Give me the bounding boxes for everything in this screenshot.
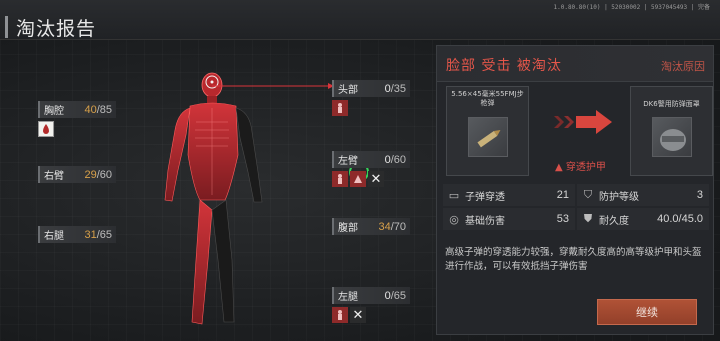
hit-pointer-line [212, 83, 334, 89]
part-bar: 腹部 34/70 [332, 218, 410, 235]
destroyed-icon[interactable]: ✕ [350, 307, 366, 323]
stat-label: 耐久度 [599, 215, 629, 227]
part-name: 头部 [338, 85, 358, 96]
ammo-image [468, 117, 508, 157]
stat-value: 3 [696, 189, 703, 201]
part-name: 左臂 [338, 156, 358, 167]
death-title: 脸部 受击 被淘汰 [446, 58, 562, 74]
part-bar: 胸腔 40/85 [38, 101, 116, 118]
bleed-icon[interactable] [332, 171, 348, 187]
death-report-panel: 脸部 受击 被淘汰 淘汰原因 5.56×45毫米55FMJ步枪弹 DK6警用防弹… [436, 45, 714, 335]
armor-name: DK6警用防弹面罩 [643, 100, 700, 108]
stat-label: 防护等级 [599, 191, 639, 203]
part-name: 腹部 [338, 223, 358, 234]
body-figure [164, 72, 263, 325]
continue-button[interactable]: 继续 [597, 299, 697, 325]
part-name: 胸腔 [44, 106, 64, 117]
armor-image [652, 117, 692, 157]
bleed-icon[interactable] [332, 100, 348, 116]
title-accent [5, 16, 8, 38]
part-hp: 0/60 [385, 154, 406, 166]
stat-value: 53 [556, 213, 569, 225]
bullet-icon: ▭ [448, 188, 460, 202]
destroyed-icon[interactable]: ✕ [368, 171, 384, 187]
part-card-head[interactable]: 头部 0/35 [332, 80, 410, 116]
part-hp-max: /35 [390, 82, 406, 95]
part-card-left-arm[interactable]: 左臂 0/60 ✕ [332, 151, 410, 187]
part-hp: 0/65 [385, 290, 406, 302]
part-card-stomach[interactable]: 腹部 34/70 [332, 218, 410, 235]
ammo-card[interactable]: 5.56×45毫米55FMJ步枪弹 [446, 86, 529, 176]
description-text: 高级子弹的穿透能力较强，穿戴耐久度高的高等级护甲和头盔进行作战，可以有效抵挡子弹… [445, 247, 702, 272]
part-hp-max: /85 [96, 103, 112, 116]
page-title: 淘汰报告 [16, 18, 97, 40]
armor-card[interactable]: DK6警用防弹面罩 [630, 86, 713, 176]
part-hp-current: 29 [84, 168, 97, 181]
part-card-chest[interactable]: 胸腔 40/85 [38, 101, 116, 137]
part-bar: 右腿 31/65 [38, 226, 116, 243]
stat-durability: ⛊ 耐久度 40.0/45.0 [577, 208, 709, 230]
part-hp-max: /65 [96, 228, 112, 241]
pen-label-text: 穿透护甲 [565, 162, 606, 173]
death-reason-link[interactable]: 淘汰原因 [661, 58, 705, 74]
part-bar: 头部 0/35 [332, 80, 410, 97]
stat-label: 基础伤害 [465, 215, 505, 227]
arrow-icon [554, 110, 612, 134]
shield-icon: ⛉ [583, 188, 593, 201]
part-hp-max: /70 [390, 220, 406, 233]
stats-row-2: ◎ 基础伤害 53 ⛊ 耐久度 40.0/45.0 [443, 208, 711, 230]
part-hp: 29/60 [84, 169, 112, 181]
stat-base-damage: ◎ 基础伤害 53 [443, 208, 575, 230]
part-hp-current: 31 [84, 228, 97, 241]
part-name: 右腿 [44, 231, 64, 242]
part-hp-max: /60 [96, 168, 112, 181]
part-hp-current: 40 [84, 103, 97, 116]
part-card-left-leg[interactable]: 左腿 0/65 ✕ [332, 287, 410, 323]
stat-label: 子弹穿透 [465, 191, 505, 203]
part-name: 右臂 [44, 171, 64, 182]
part-card-right-leg[interactable]: 右腿 31/65 [38, 226, 116, 243]
part-hp-max: /60 [390, 153, 406, 166]
part-hp-current: 34 [378, 220, 391, 233]
penetration-label: ▲ 穿透护甲 [555, 158, 606, 173]
stats-row-1: ▭ 子弹穿透 21 ⛉ 防护等级 3 [443, 184, 711, 206]
ammo-name: 5.56×45毫米55FMJ步枪弹 [451, 90, 524, 107]
part-bar: 左腿 0/65 [332, 287, 410, 304]
part-name: 左腿 [338, 292, 358, 303]
part-hp: 31/65 [84, 229, 112, 241]
armor-icon: ⛊ [583, 212, 593, 225]
part-hp: 34/70 [378, 221, 406, 233]
version-info: 1.0.80.80(10) | 52030002 | 5937045493 | … [553, 4, 711, 11]
stat-penetration: ▭ 子弹穿透 21 [443, 184, 575, 206]
stat-value: 40.0/45.0 [657, 213, 703, 225]
fracture-icon[interactable] [350, 171, 366, 187]
part-hp: 0/35 [385, 83, 406, 95]
stat-armor-class: ⛉ 防护等级 3 [577, 184, 709, 206]
part-hp: 40/85 [84, 104, 112, 116]
part-bar: 右臂 29/60 [38, 166, 116, 183]
target-icon: ◎ [449, 212, 459, 226]
part-bar: 左臂 0/60 [332, 151, 410, 168]
pen-armor-icon: ▲ [555, 162, 566, 173]
part-hp-max: /65 [390, 289, 406, 302]
part-card-right-arm[interactable]: 右臂 29/60 [38, 166, 116, 183]
bleed-icon[interactable] [332, 307, 348, 323]
bleed-icon[interactable] [38, 121, 54, 137]
stat-value: 21 [556, 189, 569, 201]
